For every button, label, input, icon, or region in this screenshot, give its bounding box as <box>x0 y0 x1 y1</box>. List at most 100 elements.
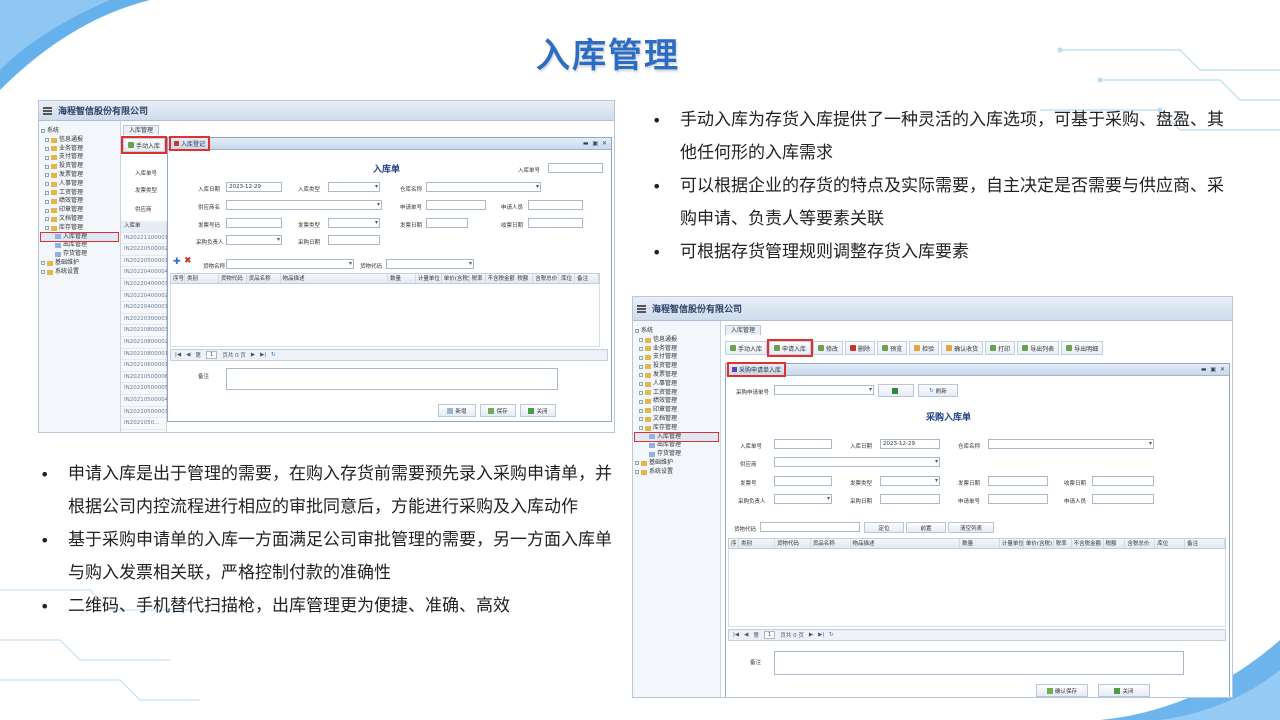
grid-column-header[interactable]: 单价(含税) <box>1024 539 1054 548</box>
expand-icon[interactable] <box>41 129 45 134</box>
tree-item[interactable]: 发票管理 <box>635 371 718 380</box>
date-input[interactable]: 2023-12-29 <box>880 439 940 449</box>
apply-no-select[interactable] <box>774 385 874 395</box>
tree-item[interactable]: 系统设置 <box>635 468 718 477</box>
toolbar-button[interactable]: 手动入库 <box>725 341 768 355</box>
toolbar-button[interactable]: 打印 <box>985 341 1016 355</box>
save-button[interactable]: 保存 <box>480 404 516 417</box>
goods-code-input[interactable] <box>760 522 860 532</box>
tree-item[interactable]: 印章管理 <box>635 406 718 415</box>
new-button[interactable]: 新增 <box>438 404 476 417</box>
list-item[interactable]: IN20220500001 <box>121 256 168 268</box>
tree-item[interactable]: 文档管理 <box>41 215 118 224</box>
add-row-icon[interactable]: ✚ <box>173 257 181 267</box>
toolbar-button[interactable]: 确认收货 <box>941 341 984 355</box>
purchase-date-input[interactable] <box>328 235 380 245</box>
tab-receipt[interactable]: 入库管理 <box>123 125 160 135</box>
list-item[interactable]: IN20210600001 <box>121 360 168 372</box>
expand-icon[interactable] <box>45 155 49 160</box>
expand-icon[interactable] <box>635 461 639 466</box>
expand-icon[interactable] <box>45 217 49 222</box>
goods-code-select[interactable] <box>386 259 474 269</box>
invoice-no-input[interactable] <box>774 476 832 486</box>
tree-item[interactable]: 人事管理 <box>41 180 118 189</box>
window-controls[interactable]: ▬ ▣ ✕ <box>583 140 608 147</box>
refresh-button[interactable]: ↻ 刷新 <box>918 384 958 397</box>
prev-page-icon[interactable]: ◀ <box>744 632 748 638</box>
grid-column-header[interactable]: 货品名称 <box>247 274 281 283</box>
page-number-input[interactable]: 1 <box>205 351 218 359</box>
tree-sub-item[interactable]: 出库管理 <box>41 241 118 250</box>
close-button[interactable]: 关闭 <box>520 404 556 417</box>
toolbar-button[interactable]: 预览 <box>877 341 908 355</box>
expand-icon[interactable] <box>41 270 45 275</box>
expand-icon[interactable] <box>639 364 643 369</box>
goods-name-select[interactable] <box>226 259 354 269</box>
buyer-select[interactable] <box>226 235 282 245</box>
tab-receipt[interactable]: 入库管理 <box>725 325 762 335</box>
expand-icon[interactable] <box>45 182 49 187</box>
toolbar-button[interactable]: 修改 <box>813 341 844 355</box>
invoice-type-select[interactable] <box>328 218 380 228</box>
list-item[interactable]: IN20210500006 <box>121 372 168 384</box>
tree-item[interactable]: 印章管理 <box>41 206 118 215</box>
buyer-select[interactable] <box>774 494 832 504</box>
front-button[interactable]: 前置 <box>906 522 946 533</box>
receive-date-input[interactable] <box>528 218 583 228</box>
tree-root[interactable]: 系统 <box>635 327 718 336</box>
toolbar-button[interactable]: 导出列表 <box>1017 341 1060 355</box>
receipt-no-input[interactable] <box>548 163 603 173</box>
invoice-date-input[interactable] <box>988 476 1048 486</box>
grid-column-header[interactable]: 数量 <box>388 274 416 283</box>
expand-icon[interactable] <box>45 173 49 178</box>
date-input[interactable]: 2023-12-29 <box>226 182 282 192</box>
tree-item[interactable]: 绩效管理 <box>41 197 118 206</box>
tree-sub-item[interactable]: 存货管理 <box>635 450 718 459</box>
expand-icon[interactable] <box>45 138 49 143</box>
expand-icon[interactable] <box>45 226 49 231</box>
supplier-select[interactable] <box>226 200 382 210</box>
invoice-type-select[interactable] <box>880 476 940 486</box>
list-item[interactable]: IN20220500002 <box>121 244 168 256</box>
first-page-icon[interactable]: |◀ <box>733 632 739 638</box>
applicant-input[interactable] <box>1092 494 1154 504</box>
expand-icon[interactable] <box>45 199 49 204</box>
tree-item[interactable]: 基础维护 <box>41 259 118 268</box>
toolbar-button[interactable]: 检验 <box>909 341 940 355</box>
list-item[interactable]: IN20220300001 <box>121 314 168 326</box>
grid-column-header[interactable]: 含税总价 <box>533 274 560 283</box>
tree-sub-item[interactable]: 出库管理 <box>635 441 718 450</box>
tree-item[interactable]: 发票管理 <box>41 171 118 180</box>
warehouse-select[interactable] <box>426 182 541 192</box>
list-item[interactable]: IN2021050... <box>121 418 166 430</box>
expand-icon[interactable] <box>635 329 639 334</box>
tree-sub-item[interactable]: 存货管理 <box>41 250 118 259</box>
supplier-select[interactable] <box>774 457 940 467</box>
expand-icon[interactable] <box>639 390 643 395</box>
apply-no-input[interactable] <box>988 494 1048 504</box>
tree-root[interactable]: 系统 <box>41 127 118 136</box>
grid-column-header[interactable]: 库位 <box>559 274 576 283</box>
grid-column-header[interactable]: 税额 <box>1104 539 1126 548</box>
grid-column-header[interactable]: 物品描述 <box>281 274 388 283</box>
apply-no-input[interactable] <box>426 200 486 210</box>
list-item[interactable]: IN20220400004 <box>121 267 168 279</box>
remark-textarea[interactable] <box>774 651 1184 675</box>
list-item[interactable]: IN20221100001 <box>121 233 168 245</box>
list-item[interactable]: IN20220400001 <box>121 302 168 314</box>
expand-icon[interactable] <box>639 399 643 404</box>
receive-date-input[interactable] <box>1092 476 1154 486</box>
tree-item[interactable]: 文档管理 <box>635 415 718 424</box>
locate-button[interactable]: 定位 <box>864 522 904 533</box>
grid-column-header[interactable]: 类别 <box>185 274 219 283</box>
expand-icon[interactable] <box>45 208 49 213</box>
expand-icon[interactable] <box>45 146 49 151</box>
grid-column-header[interactable]: 序 <box>729 539 739 548</box>
expand-icon[interactable] <box>639 338 643 343</box>
tree-item[interactable]: 人事管理 <box>635 380 718 389</box>
delete-row-icon[interactable]: ✖ <box>184 256 192 266</box>
expand-icon[interactable] <box>45 164 49 169</box>
grid-column-header[interactable]: 计量单位 <box>1000 539 1024 548</box>
grid-column-header[interactable]: 类别 <box>739 539 775 548</box>
list-item[interactable]: IN20210500003 <box>121 407 168 419</box>
